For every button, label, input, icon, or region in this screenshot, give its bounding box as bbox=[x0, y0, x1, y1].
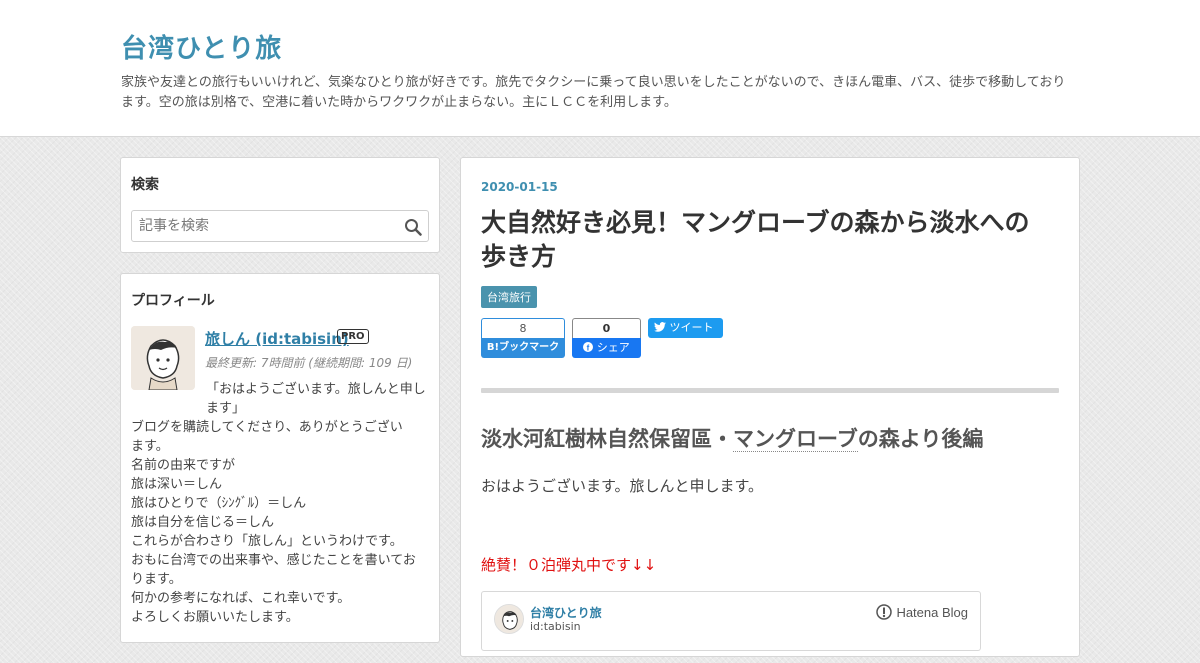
profile-text: ブログを購読してくださり、ありがとうござい ます。 名前の由来ですが 旅は深い＝… bbox=[131, 418, 429, 627]
profile-name-link[interactable]: 旅しん (id:tabisin) bbox=[205, 328, 349, 349]
profile-line: おもに台湾での出来事や、感じたことを書いてお bbox=[131, 553, 416, 568]
embed-blog-id: id:tabisin bbox=[530, 620, 581, 633]
search-input[interactable] bbox=[132, 211, 392, 241]
keyword-link[interactable]: マングローブ bbox=[733, 427, 858, 452]
entry-title[interactable]: 大自然好き必見！マングローブの森から淡水への歩き方 bbox=[481, 206, 1051, 274]
profile-line: ります。 bbox=[131, 572, 182, 587]
embed-blog-title[interactable]: 台湾ひとり旅 bbox=[530, 604, 602, 621]
twitter-bird-icon bbox=[654, 322, 666, 332]
facebook-icon: f bbox=[583, 342, 594, 353]
profile-module: プロフィール 旅しん (id:tabisin) PRO 最終更新: 7時間前 (… bbox=[120, 273, 440, 643]
section-heading-suffix: の森より後編 bbox=[857, 427, 984, 451]
facebook-share-label: シェア bbox=[596, 341, 630, 354]
blog-header: 台湾ひとり旅 家族や友達との旅行もいいけれど、気楽なひとり旅が好きです。旅先でタ… bbox=[0, 0, 1200, 137]
twitter-tweet-button[interactable]: ツイート bbox=[648, 318, 723, 338]
hatena-blog-logo: Hatena Blog bbox=[876, 604, 968, 620]
facebook-share-button[interactable]: 0 f シェア bbox=[572, 318, 641, 358]
blog-embed-card[interactable]: 台湾ひとり旅 id:tabisin Hatena Blog bbox=[481, 591, 981, 651]
sidebar: 検索 プロフィール 旅しん (id:ta bbox=[120, 157, 440, 663]
profile-line: これらが合わさり「旅しん」というわけです。 bbox=[131, 534, 403, 549]
profile-line: 旅は深い＝しん bbox=[131, 477, 223, 492]
search-module: 検索 bbox=[120, 157, 440, 253]
blog-description: 家族や友達との旅行もいいけれど、気楽なひとり旅が好きです。旅先でタクシーに乗って… bbox=[121, 75, 1066, 110]
facebook-share-label-row: f シェア bbox=[572, 338, 641, 358]
svg-text:f: f bbox=[587, 344, 590, 352]
profile-line: ブログを購読してくださり、ありがとうござい bbox=[131, 420, 403, 435]
hatena-blog-logo-text: Hatena Blog bbox=[896, 604, 968, 620]
hatena-bookmark-label: B!ブックマーク bbox=[481, 338, 565, 358]
entry-paragraph: おはようございます。旅しんと申します。 bbox=[481, 477, 764, 495]
pro-badge: PRO bbox=[337, 329, 369, 344]
profile-line: よろしくお願いいたします。 bbox=[131, 610, 299, 625]
hatena-bookmark-count: 8 bbox=[481, 318, 565, 338]
profile-updated: 最終更新: 7時間前 (継続期間: 109 日) bbox=[205, 356, 413, 370]
content-divider bbox=[481, 388, 1059, 393]
search-box bbox=[131, 210, 429, 242]
entry-article: 2020-01-15 大自然好き必見！マングローブの森から淡水への歩き方 台湾旅… bbox=[460, 157, 1080, 657]
profile-head: 旅しん (id:tabisin) PRO 最終更新: 7時間前 (継続期間: 1… bbox=[131, 326, 429, 390]
header-inner: 台湾ひとり旅 家族や友達との旅行もいいけれど、気楽なひとり旅が好きです。旅先でタ… bbox=[121, 28, 1081, 113]
facebook-share-count: 0 bbox=[572, 318, 641, 338]
entry-date[interactable]: 2020-01-15 bbox=[481, 180, 1059, 194]
blog-title-link[interactable]: 台湾ひとり旅 bbox=[121, 28, 282, 65]
hatena-blog-icon bbox=[876, 604, 893, 620]
avatar-illustration-icon bbox=[131, 326, 195, 390]
search-module-title: 検索 bbox=[131, 177, 159, 193]
profile-avatar[interactable] bbox=[131, 326, 195, 390]
search-icon[interactable] bbox=[404, 218, 422, 236]
section-heading-prefix: 淡水河紅樹林自然保留區・ bbox=[481, 427, 733, 451]
entry-alert-text: 絶賛！０泊弾丸中です↓↓ bbox=[481, 556, 657, 574]
profile-line: ます。 bbox=[131, 439, 169, 454]
section-heading: 淡水河紅樹林自然保留區・マングローブの森より後編 bbox=[481, 423, 1059, 453]
profile-line: 名前の由来ですが bbox=[131, 458, 236, 473]
profile-module-title: プロフィール bbox=[131, 293, 215, 309]
twitter-tweet-label: ツイート bbox=[669, 321, 714, 334]
profile-line: 何かの参考になれば、これ幸いです。 bbox=[131, 591, 351, 606]
share-buttons: 8 B!ブックマーク 0 f シェア ツイート bbox=[481, 318, 1059, 358]
category-tag[interactable]: 台湾旅行 bbox=[481, 286, 537, 308]
hatena-bookmark-button[interactable]: 8 B!ブックマーク bbox=[481, 318, 565, 358]
profile-line: 旅は自分を信じる＝しん bbox=[131, 515, 275, 530]
profile-line: 旅はひとりで（ｼﾝｸﾞﾙ）＝しん bbox=[131, 496, 307, 511]
